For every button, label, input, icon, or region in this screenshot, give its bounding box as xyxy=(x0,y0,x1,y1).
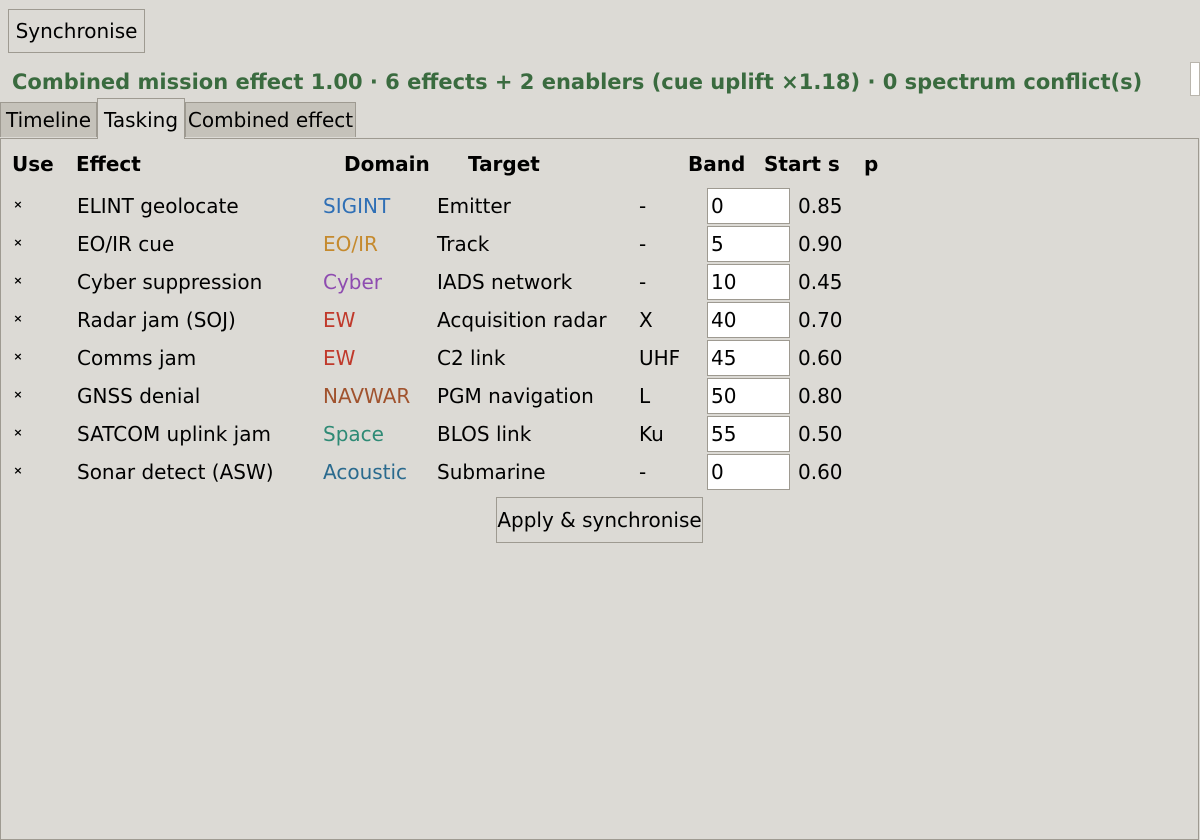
table-row: × GNSS denial NAVWAR PGM navigation L 0.80 xyxy=(0,377,1200,415)
target-cell: Acquisition radar xyxy=(437,308,607,332)
band-cell: X xyxy=(639,308,653,332)
effect-cell: SATCOM uplink jam xyxy=(77,422,271,446)
p-cell: 0.85 xyxy=(798,194,843,218)
domain-cell: Space xyxy=(323,422,384,446)
band-cell: - xyxy=(639,270,647,294)
checkbox-checked-icon[interactable]: × xyxy=(13,389,23,400)
domain-cell: Acoustic xyxy=(323,460,408,484)
table-row: × ELINT geolocate SIGINT Emitter - 0.85 xyxy=(0,187,1200,225)
effect-cell: Comms jam xyxy=(77,346,197,370)
domain-cell: EW xyxy=(323,308,356,332)
effect-cell: Cyber suppression xyxy=(77,270,263,294)
checkbox-checked-icon[interactable]: × xyxy=(13,465,23,476)
header-p: p xyxy=(864,152,879,176)
band-cell: - xyxy=(639,194,647,218)
tab-timeline[interactable]: Timeline xyxy=(0,102,97,137)
domain-cell: NAVWAR xyxy=(323,384,411,408)
start-seconds-input[interactable] xyxy=(707,416,790,452)
target-cell: Emitter xyxy=(437,194,511,218)
domain-cell: SIGINT xyxy=(323,194,391,218)
effect-cell: GNSS denial xyxy=(77,384,201,408)
status-summary: Combined mission effect 1.00 · 6 effects… xyxy=(12,70,1143,94)
table-row: × Comms jam EW C2 link UHF 0.60 xyxy=(0,339,1200,377)
p-cell: 0.60 xyxy=(798,460,843,484)
start-seconds-input[interactable] xyxy=(707,188,790,224)
target-cell: PGM navigation xyxy=(437,384,594,408)
domain-cell: Cyber xyxy=(323,270,383,294)
table-row: × Sonar detect (ASW) Acoustic Submarine - 0.6… xyxy=(0,453,1200,491)
checkbox-checked-icon[interactable]: × xyxy=(13,275,23,286)
header-domain: Domain xyxy=(344,152,430,176)
p-cell: 0.80 xyxy=(798,384,843,408)
header-band: Band xyxy=(688,152,746,176)
table-row: × Radar jam (SOJ) EW Acquisition radar X 0.70 xyxy=(0,301,1200,339)
header-effect: Effect xyxy=(76,152,141,176)
table-row: × Cyber suppression Cyber IADS network - 0.45 xyxy=(0,263,1200,301)
effect-cell: ELINT geolocate xyxy=(77,194,239,218)
start-seconds-input[interactable] xyxy=(707,340,790,376)
target-cell: IADS network xyxy=(437,270,573,294)
p-cell: 0.60 xyxy=(798,346,843,370)
header-start: Start s xyxy=(764,152,840,176)
target-cell: BLOS link xyxy=(437,422,532,446)
band-cell: - xyxy=(639,232,647,256)
band-cell: - xyxy=(639,460,647,484)
band-cell: Ku xyxy=(639,422,664,446)
start-seconds-input[interactable] xyxy=(707,454,790,490)
domain-cell: EW xyxy=(323,346,356,370)
table-row: × EO/IR cue EO/IR Track - 0.90 xyxy=(0,225,1200,263)
target-cell: Track xyxy=(437,232,490,256)
checkbox-checked-icon[interactable]: × xyxy=(13,199,23,210)
table-row: × SATCOM uplink jam Space BLOS link Ku 0.50 xyxy=(0,415,1200,453)
target-cell: C2 link xyxy=(437,346,506,370)
effect-cell: Radar jam (SOJ) xyxy=(77,308,236,332)
synchronise-button[interactable]: Synchronise xyxy=(8,9,145,53)
target-cell: Submarine xyxy=(437,460,546,484)
p-cell: 0.70 xyxy=(798,308,843,332)
p-cell: 0.50 xyxy=(798,422,843,446)
start-seconds-input[interactable] xyxy=(707,378,790,414)
tab-tasking[interactable]: Tasking xyxy=(97,98,185,139)
start-seconds-input[interactable] xyxy=(707,302,790,338)
start-seconds-input[interactable] xyxy=(707,226,790,262)
p-cell: 0.90 xyxy=(798,232,843,256)
band-cell: UHF xyxy=(639,346,681,370)
start-seconds-input[interactable] xyxy=(707,264,790,300)
p-cell: 0.45 xyxy=(798,270,843,294)
header-target: Target xyxy=(468,152,540,176)
effect-cell: EO/IR cue xyxy=(77,232,175,256)
header-use: Use xyxy=(12,152,54,176)
apply-synchronise-button[interactable]: Apply & synchronise xyxy=(496,497,703,543)
checkbox-checked-icon[interactable]: × xyxy=(13,427,23,438)
checkbox-checked-icon[interactable]: × xyxy=(13,351,23,362)
domain-cell: EO/IR xyxy=(323,232,378,256)
band-cell: L xyxy=(639,384,651,408)
effect-cell: Sonar detect (ASW) xyxy=(77,460,274,484)
checkbox-checked-icon[interactable]: × xyxy=(13,313,23,324)
tab-combined-effect[interactable]: Combined effect xyxy=(185,102,356,137)
scrollbar-stub[interactable] xyxy=(1190,62,1200,96)
checkbox-checked-icon[interactable]: × xyxy=(13,237,23,248)
